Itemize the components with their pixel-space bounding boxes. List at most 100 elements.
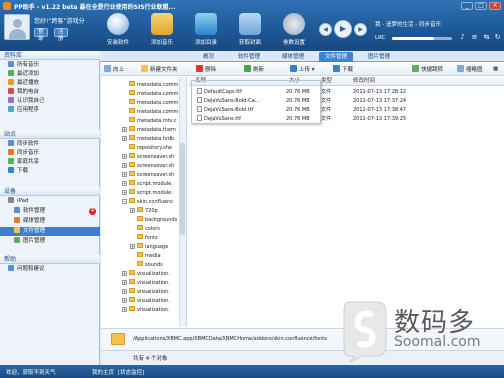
homepage-link[interactable]: 我的主页 bbox=[92, 368, 114, 376]
tab-photo-management[interactable]: 图片管理 bbox=[362, 52, 396, 62]
expand-icon[interactable]: + bbox=[122, 181, 127, 186]
tree-node[interactable]: + visualization. bbox=[122, 270, 170, 279]
expand-icon[interactable]: + bbox=[122, 172, 127, 177]
expand-icon[interactable]: + bbox=[122, 163, 127, 168]
tree-node[interactable]: + script.module. bbox=[122, 189, 173, 198]
settings-button[interactable]: 参数设置 bbox=[276, 13, 312, 46]
sidebar-item-know-myself[interactable]: 认识我自己 bbox=[0, 97, 100, 106]
table-row[interactable]: DejaVuSans-Bold.ttf 20.76 MB 文件 2011-07-… bbox=[189, 106, 504, 115]
avatar[interactable] bbox=[4, 14, 30, 40]
tree-node[interactable]: + language bbox=[130, 243, 168, 252]
tab-software-management[interactable]: 软件管理 bbox=[232, 52, 266, 62]
expand-icon[interactable]: + bbox=[122, 136, 127, 141]
collapse-icon[interactable]: − bbox=[122, 199, 127, 204]
upload-button[interactable]: 上传 ▾ bbox=[290, 65, 315, 74]
expand-icon[interactable]: + bbox=[122, 271, 127, 276]
tree-node[interactable]: repository.she bbox=[129, 144, 172, 153]
tree-node[interactable]: + metadata.them bbox=[122, 126, 176, 135]
volume-slider-fill[interactable] bbox=[392, 37, 434, 40]
sidebar-item-ipad[interactable]: iPad bbox=[0, 197, 100, 206]
repeat-icon[interactable]: ↻ bbox=[493, 33, 502, 42]
status-monitor-link[interactable]: [状态监控] bbox=[118, 368, 144, 376]
add-music-button[interactable]: 添加音乐 bbox=[144, 13, 180, 46]
get-cover-button[interactable]: 获取封面 bbox=[232, 13, 268, 46]
expand-icon[interactable]: + bbox=[122, 289, 127, 294]
register-button[interactable]: 注册 bbox=[54, 28, 68, 42]
tree-node[interactable]: metadata.comm bbox=[129, 81, 178, 90]
sidebar-item-sync-music[interactable]: 同步音乐 bbox=[0, 149, 100, 158]
sidebar-item-home-sharing[interactable]: 家庭共享 bbox=[0, 158, 100, 167]
expand-icon[interactable]: + bbox=[122, 280, 127, 285]
tree-node[interactable]: + screensaver.sh bbox=[122, 153, 174, 162]
refresh-button[interactable]: 刷新 bbox=[244, 65, 264, 74]
quick-jump-button[interactable]: 快捷跳转 bbox=[412, 65, 443, 74]
table-row[interactable]: DejaVuSans-Bold-Ca... 20.76 MB 文件 2011-0… bbox=[189, 97, 504, 106]
sidebar-item-all-music[interactable]: 所有音乐 bbox=[0, 61, 100, 70]
expand-icon[interactable]: + bbox=[130, 244, 135, 249]
tab-overview[interactable]: 概况 bbox=[197, 52, 220, 62]
login-button[interactable]: 登录 bbox=[34, 28, 48, 42]
tree-scrollbar-thumb[interactable] bbox=[180, 143, 185, 235]
close-button[interactable]: × bbox=[489, 2, 501, 10]
tab-file-management[interactable]: 文件管理 bbox=[319, 52, 354, 62]
column-type[interactable]: 类型 bbox=[321, 77, 332, 86]
tree-node[interactable]: + visualization. bbox=[122, 288, 170, 297]
tree-node[interactable]: colors bbox=[137, 225, 160, 234]
tree-node[interactable]: + visualization. bbox=[122, 297, 170, 306]
expand-icon[interactable]: + bbox=[122, 127, 127, 132]
column-modified[interactable]: 修改时间 bbox=[353, 77, 375, 86]
next-track-button[interactable]: ▶ bbox=[354, 22, 367, 36]
play-button[interactable]: ▶ bbox=[334, 20, 352, 38]
sidebar-item-software-management[interactable]: 软件管理 4 bbox=[0, 207, 100, 216]
expand-icon[interactable]: + bbox=[130, 208, 135, 213]
list-view-icon[interactable]: ▦ bbox=[493, 65, 498, 74]
new-folder-button[interactable]: 新建文件夹 bbox=[141, 65, 178, 74]
add-folder-button[interactable]: 添加目录 bbox=[188, 13, 224, 46]
sidebar-item-media-management[interactable]: 媒体管理 bbox=[0, 217, 100, 226]
tree-node[interactable]: + script.module. bbox=[122, 180, 173, 189]
table-row[interactable]: DefaultCaps.ttf 20.76 MB 文件 2011-07-13 1… bbox=[189, 88, 504, 97]
tree-node[interactable]: sounds bbox=[137, 261, 163, 270]
thumbnail-view-button[interactable]: 缩略图 bbox=[457, 65, 483, 74]
tree-node[interactable]: − skin.confluenc bbox=[122, 198, 173, 207]
download-button[interactable]: 下载 bbox=[333, 65, 353, 74]
expand-icon[interactable]: + bbox=[122, 298, 127, 303]
sidebar-item-recently-added[interactable]: 最近添加 bbox=[0, 70, 100, 79]
minimize-button[interactable]: _ bbox=[461, 2, 473, 10]
sidebar-item-download[interactable]: 下载 bbox=[0, 167, 100, 176]
sidebar-item-applications[interactable]: 应用程序 bbox=[0, 106, 100, 115]
table-row[interactable]: DejaVuSans.ttf 20.76 MB 文件 2011-07-13 17… bbox=[189, 115, 504, 124]
speaker-icon[interactable]: ♪ bbox=[458, 33, 467, 42]
list-icon[interactable]: ≡ bbox=[470, 33, 479, 42]
expand-icon[interactable]: + bbox=[122, 307, 127, 312]
previous-track-button[interactable]: ◀ bbox=[319, 22, 332, 36]
current-path[interactable]: /Applications/XBMC.app/XBMCData/XBMCHome… bbox=[133, 336, 327, 342]
shuffle-icon[interactable]: ⇆ bbox=[482, 33, 491, 42]
tree-node[interactable]: + visualization. bbox=[122, 279, 170, 288]
sidebar-item-file-management[interactable]: 文件管理 bbox=[0, 227, 100, 236]
install-software-button[interactable]: 安装软件 bbox=[100, 13, 136, 46]
tree-node[interactable]: metadata.comm bbox=[129, 90, 178, 99]
sidebar-item-feedback[interactable]: 问题和建议 bbox=[0, 265, 100, 274]
tree-node[interactable]: media bbox=[137, 252, 161, 261]
tree-node[interactable]: + screensaver.sh bbox=[122, 171, 174, 180]
tree-node[interactable]: + visualization. bbox=[122, 306, 170, 315]
lyrics-toggle[interactable]: LRC bbox=[375, 35, 385, 41]
tree-node[interactable]: metadata.mtv.c bbox=[129, 117, 177, 126]
maximize-button[interactable]: □ bbox=[475, 2, 487, 10]
tree-node-fonts[interactable]: fonts bbox=[137, 234, 158, 243]
tree-node[interactable]: + metadata.tvdb bbox=[122, 135, 174, 144]
delete-button[interactable]: 删除 bbox=[196, 65, 216, 74]
tab-media-management[interactable]: 媒体管理 bbox=[276, 52, 310, 62]
sidebar-item-photo-management[interactable]: 图片管理 bbox=[0, 237, 100, 246]
expand-icon[interactable]: + bbox=[122, 154, 127, 159]
expand-icon[interactable]: + bbox=[122, 190, 127, 195]
tree-node[interactable]: + screensaver.sh bbox=[122, 162, 174, 171]
sidebar-item-sync-software[interactable]: 同步软件 bbox=[0, 140, 100, 149]
up-button[interactable]: 向上 bbox=[104, 65, 124, 74]
sidebar-item-my-radio[interactable]: 我的电台 bbox=[0, 88, 100, 97]
tree-node[interactable]: metadata.comm bbox=[129, 99, 178, 108]
tree-node[interactable]: backgrounds bbox=[137, 216, 177, 225]
sidebar-item-recently-played[interactable]: 最近播放 bbox=[0, 79, 100, 88]
tree-node[interactable]: +720p bbox=[130, 207, 158, 216]
